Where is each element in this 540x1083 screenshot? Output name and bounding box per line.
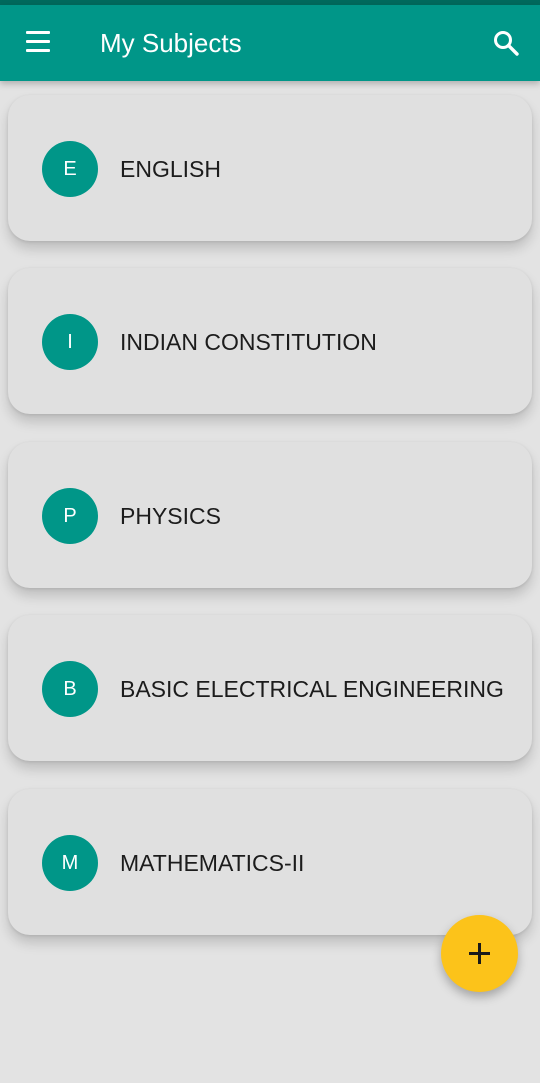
subject-avatar: B bbox=[42, 661, 98, 717]
subject-name: ENGLISH bbox=[120, 156, 221, 182]
subject-card-mathematics-ii[interactable]: M MATHEMATICS-II bbox=[8, 789, 532, 935]
subject-avatar: E bbox=[42, 141, 98, 197]
page-title: My Subjects bbox=[100, 28, 242, 58]
subject-avatar: M bbox=[42, 835, 98, 891]
subject-card-basic-electrical-engineering[interactable]: B BASIC ELECTRICAL ENGINEERING bbox=[8, 615, 532, 761]
subject-card-indian-constitution[interactable]: I INDIAN CONSTITUTION bbox=[8, 268, 532, 414]
add-subject-button[interactable] bbox=[441, 915, 518, 992]
hamburger-menu-icon[interactable] bbox=[26, 31, 50, 53]
plus-icon bbox=[469, 943, 490, 964]
search-icon[interactable] bbox=[492, 29, 520, 57]
subject-card-physics[interactable]: P PHYSICS bbox=[8, 442, 532, 588]
subject-avatar: P bbox=[42, 488, 98, 544]
subject-name: MATHEMATICS-II bbox=[120, 850, 305, 876]
subject-avatar: I bbox=[42, 314, 98, 370]
app-bar: My Subjects bbox=[0, 5, 540, 81]
subject-name: INDIAN CONSTITUTION bbox=[120, 329, 377, 355]
subject-name: BASIC ELECTRICAL ENGINEERING bbox=[120, 676, 504, 702]
subject-name: PHYSICS bbox=[120, 503, 221, 529]
subject-card-english[interactable]: E ENGLISH bbox=[8, 95, 532, 241]
